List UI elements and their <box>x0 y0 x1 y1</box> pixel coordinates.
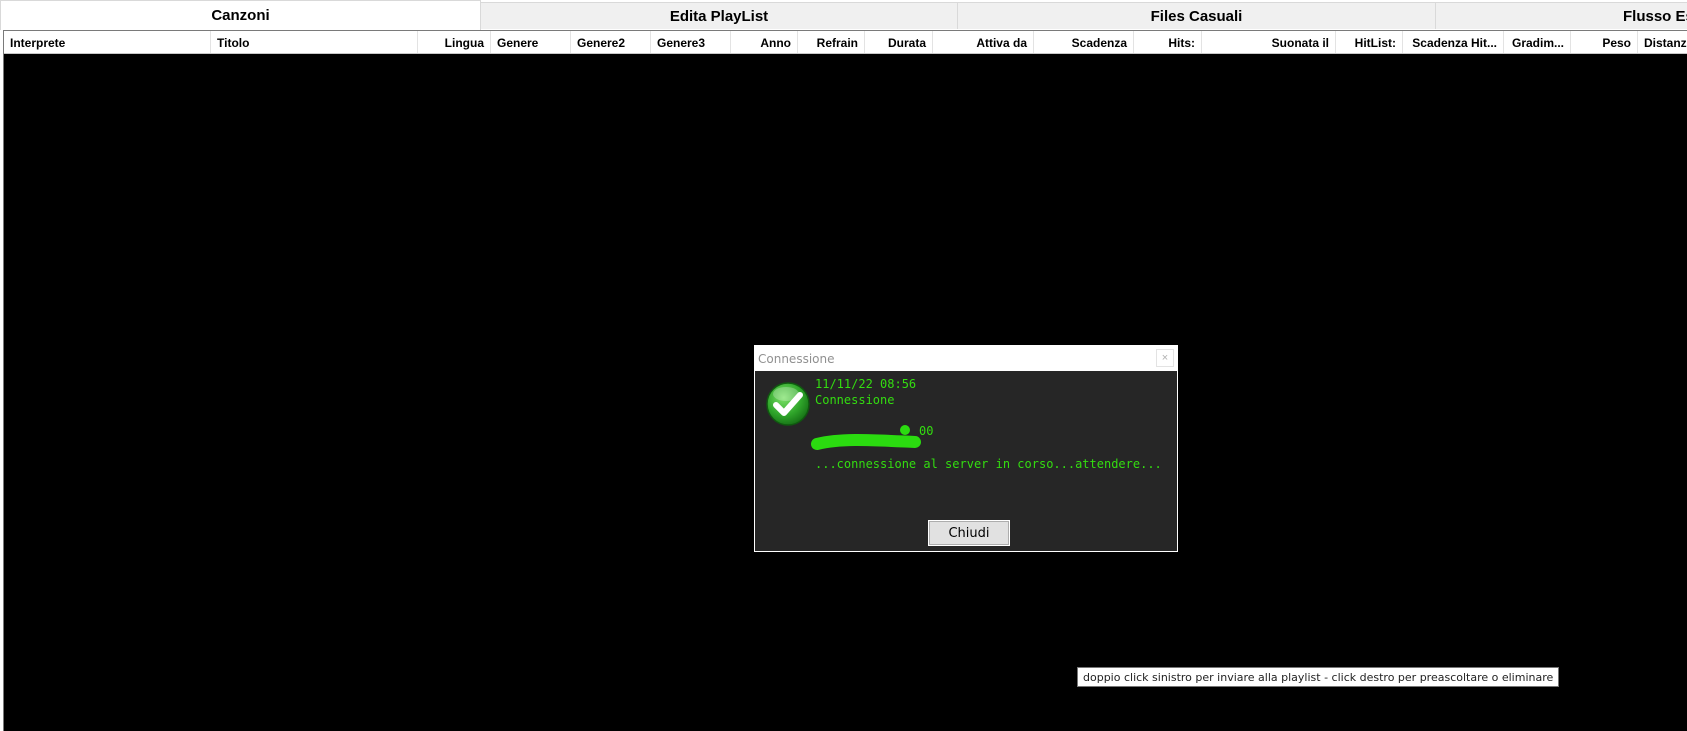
dialog-status: ...connessione al server in corso...atte… <box>815 457 1162 471</box>
column-header-attiva-da[interactable]: Attiva da <box>933 31 1034 53</box>
column-header-hitlist[interactable]: HitList: <box>1336 31 1403 53</box>
dialog-titlebar[interactable]: Connessione × <box>755 346 1177 371</box>
column-header-titolo[interactable]: Titolo <box>211 31 418 53</box>
column-header-gradimento[interactable]: Gradim... <box>1504 31 1571 53</box>
dialog-address-suffix: 00 <box>919 424 934 438</box>
column-header-scadenza[interactable]: Scadenza <box>1034 31 1134 53</box>
tab-bar: Edita PlayList Files Casuali Flusso Es C… <box>0 0 1687 30</box>
column-header-suonata-il[interactable]: Suonata il <box>1202 31 1336 53</box>
chiudi-button[interactable]: Chiudi <box>928 520 1010 546</box>
grid-tooltip: doppio click sinistro per inviare alla p… <box>1077 667 1560 687</box>
tab-flusso-esterno[interactable]: Flusso Es <box>1435 2 1687 29</box>
column-header-genere2[interactable]: Genere2 <box>571 31 651 53</box>
column-header-durata[interactable]: Durata <box>865 31 933 53</box>
tab-canzoni[interactable]: Canzoni <box>0 0 481 30</box>
column-header-genere[interactable]: Genere <box>491 31 571 53</box>
dialog-timestamp: 11/11/22 08:56 <box>815 377 917 391</box>
column-header-lingua[interactable]: Lingua <box>418 31 491 53</box>
tab-edita-playlist[interactable]: Edita PlayList <box>480 2 958 29</box>
column-header-hits[interactable]: Hits: <box>1134 31 1202 53</box>
connection-dialog: Connessione × 11/11/22 08:56 Connessione <box>754 345 1178 552</box>
column-header-anno[interactable]: Anno <box>731 31 798 53</box>
column-header-genere3[interactable]: Genere3 <box>651 31 731 53</box>
grid-header: Interprete Titolo Lingua Genere Genere2 … <box>4 30 1687 54</box>
dialog-title: Connessione <box>758 351 835 366</box>
column-header-peso[interactable]: Peso <box>1571 31 1638 53</box>
column-header-refrain[interactable]: Refrain <box>798 31 865 53</box>
redaction-scribble <box>811 425 921 450</box>
tab-files-casuali[interactable]: Files Casuali <box>957 2 1436 29</box>
dialog-close-button[interactable]: × <box>1156 349 1174 367</box>
column-header-distanza[interactable]: Distanz <box>1638 31 1687 53</box>
column-header-scadenza-hitlist[interactable]: Scadenza Hit... <box>1403 31 1504 53</box>
check-circle-icon <box>766 382 810 426</box>
column-header-interprete[interactable]: Interprete <box>4 31 211 53</box>
dialog-heading: Connessione <box>815 393 895 407</box>
